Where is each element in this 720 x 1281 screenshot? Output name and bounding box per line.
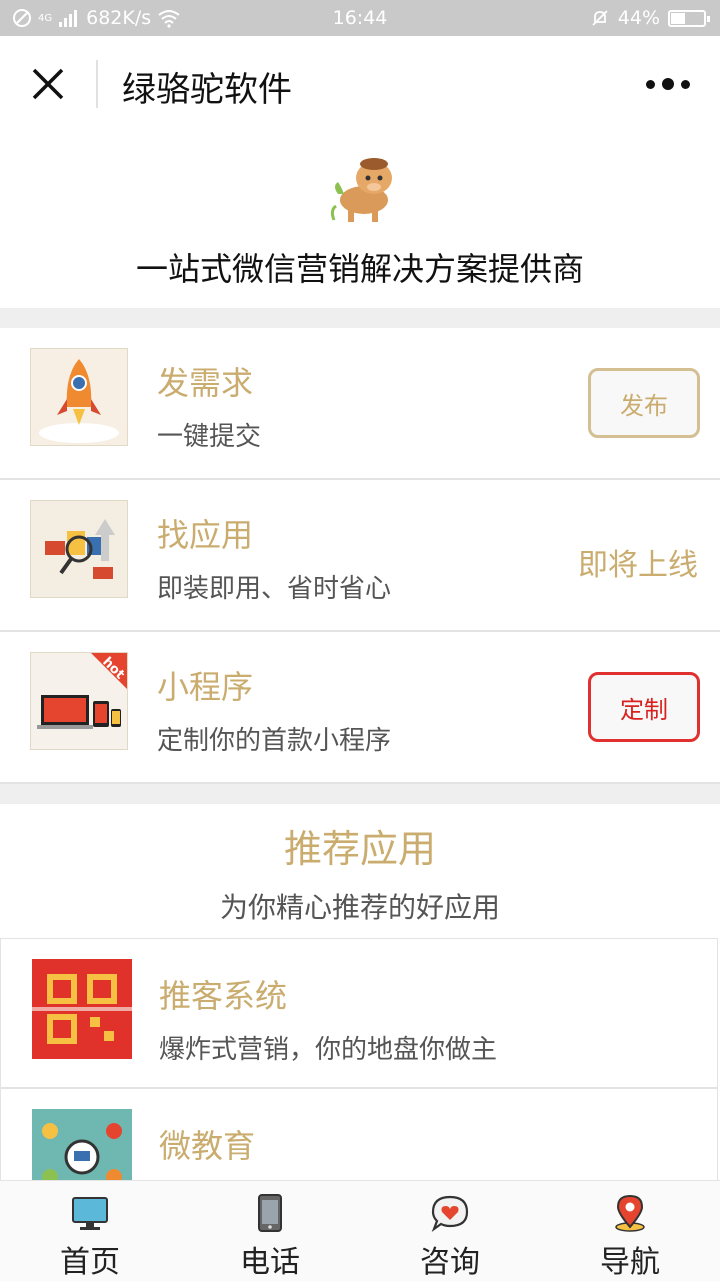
feature-subtitle: 一键提交 <box>157 422 262 452</box>
tab-navigate[interactable]: 导航 <box>540 1181 720 1281</box>
tab-label: 导航 <box>600 1245 660 1280</box>
status-bar: 4G 682K/s 16:44 44% <box>0 0 720 36</box>
battery-icon <box>668 9 710 27</box>
status-right: 44% <box>590 7 710 29</box>
recommend-item-subtitle: 爆炸式营销，你的地盘你做主 <box>159 1035 498 1065</box>
feature-row-demand[interactable]: 发需求 一键提交 发布 <box>0 328 720 480</box>
coming-soon-label: 即将上线 <box>578 548 698 583</box>
feature-row-miniprogram[interactable]: hot 小程序 定制你的首款小程序 定制 <box>0 632 720 784</box>
nav-divider <box>96 60 98 108</box>
education-icon <box>42 1123 122 1180</box>
education-thumb <box>32 1109 132 1180</box>
brand-header: 一站式微信营销解决方案提供商 <box>0 132 720 308</box>
recommend-subtitle: 为你精心推荐的好应用 <box>219 891 500 924</box>
map-pin-icon <box>615 1194 645 1232</box>
feature-title: 小程序 <box>157 668 254 706</box>
rocket-icon <box>39 359 119 443</box>
miniprogram-thumb: hot <box>30 652 128 750</box>
chat-heart-icon <box>431 1195 469 1232</box>
publish-button[interactable]: 发布 <box>588 368 700 438</box>
customize-button[interactable]: 定制 <box>588 672 700 742</box>
nav-bar: 绿骆驼软件 <box>0 36 720 132</box>
qrcode-thumb <box>32 959 132 1059</box>
recommend-title: 推荐应用 <box>283 827 436 871</box>
bottom-tab-bar: 首页 电话 咨询 导航 <box>0 1180 720 1281</box>
monitor-icon <box>72 1197 108 1230</box>
tab-consult[interactable]: 咨询 <box>360 1181 540 1281</box>
recommend-item-tuike[interactable]: 推客系统 爆炸式营销，你的地盘你做主 <box>0 938 718 1088</box>
camel-logo-icon <box>330 158 392 222</box>
battery-percent: 44% <box>617 7 660 29</box>
tab-phone[interactable]: 电话 <box>180 1181 360 1281</box>
tab-label: 首页 <box>60 1245 120 1280</box>
tab-home[interactable]: 首页 <box>0 1181 180 1281</box>
section-gap <box>0 308 720 328</box>
recommend-item-title: 微教育 <box>159 1127 256 1165</box>
search-app-icon <box>45 519 115 579</box>
feature-row-apps[interactable]: 找应用 即装即用、省时省心 即将上线 <box>0 480 720 632</box>
close-icon[interactable] <box>28 64 68 104</box>
slogan: 一站式微信营销解决方案提供商 <box>135 250 584 288</box>
feature-subtitle: 即装即用、省时省心 <box>157 574 392 604</box>
section-gap <box>0 784 720 804</box>
recommend-item-title: 推客系统 <box>159 977 288 1015</box>
page-title: 绿骆驼软件 <box>122 70 292 110</box>
apps-thumb <box>30 500 128 598</box>
phone-icon <box>258 1194 282 1232</box>
feature-title: 找应用 <box>157 516 254 554</box>
mute-bell-icon <box>592 10 608 26</box>
feature-title: 发需求 <box>157 364 254 402</box>
more-menu-icon[interactable] <box>646 78 690 90</box>
feature-subtitle: 定制你的首款小程序 <box>157 726 392 756</box>
tab-label: 咨询 <box>420 1245 480 1280</box>
qrcode-icon <box>32 974 132 1044</box>
rocket-thumb <box>30 348 128 446</box>
recommend-item-education[interactable]: 微教育 <box>0 1088 718 1180</box>
tab-label: 电话 <box>240 1245 300 1280</box>
